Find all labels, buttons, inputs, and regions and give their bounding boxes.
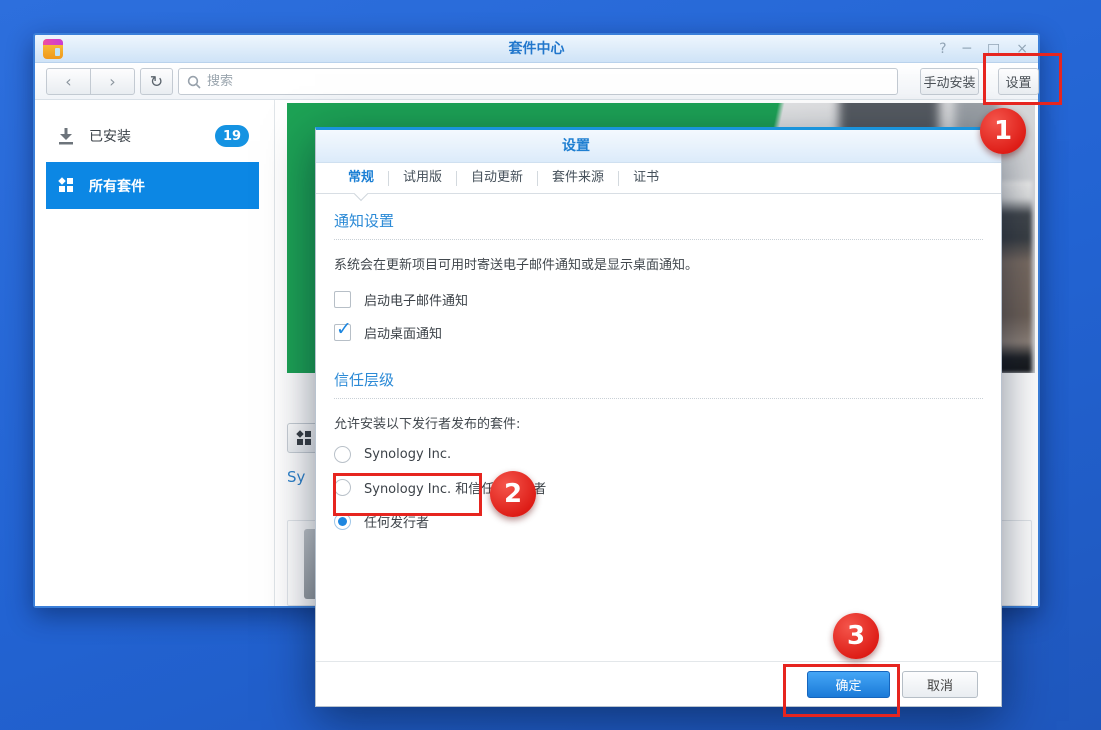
sidebar-item-all-packages[interactable]: 所有套件 [46,162,259,209]
grid-icon [56,178,76,193]
refresh-button[interactable]: ↻ [140,68,173,95]
nav-button-group: ‹ › [46,68,135,95]
titlebar: 套件中心 ? ─ □ × [35,35,1038,63]
installed-count-badge: 19 [215,125,249,147]
dialog-tabbar: 常规 试用版 自动更新 套件来源 证书 [316,163,1001,194]
tab-trial[interactable]: 试用版 [389,163,456,193]
radio-synology-and-trusted[interactable]: Synology Inc. 和信任的发行者 [334,478,983,496]
dialog-footer: 确定 取消 [316,661,1001,706]
radio-unselected-icon [334,479,351,496]
toolbar: ‹ › ↻ 手动安装 设置 [35,63,1038,100]
dialog-body: 通知设置 系统会在更新项目可用时寄送电子邮件通知或是显示桌面通知。 启动电子邮件… [316,194,1001,661]
checkbox-unchecked-icon [334,291,351,308]
radio-selected-icon [334,513,351,530]
sidebar-item-label: 所有套件 [89,176,145,196]
radio-synology-only[interactable]: Synology Inc. [334,445,983,463]
dialog-header: 设置 [316,130,1001,163]
sidebar-item-label: 已安装 [89,126,131,146]
check-mark-icon: ✓ [336,318,352,340]
tab-auto-update[interactable]: 自动更新 [457,163,537,193]
forward-button[interactable]: › [90,68,135,95]
download-icon [56,126,76,146]
search-input[interactable] [207,74,889,89]
close-icon[interactable]: × [1016,42,1028,56]
settings-button[interactable]: 设置 [998,68,1039,95]
checkbox-checked-icon: ✓ [334,324,351,341]
radio-label: Synology Inc. [364,447,451,462]
radio-label: Synology Inc. 和信任的发行者 [364,478,546,497]
help-icon[interactable]: ? [939,42,946,56]
package-title-partial[interactable]: Sy [287,468,305,486]
minimize-icon[interactable]: ─ [963,42,971,56]
search-box [178,68,898,95]
manual-install-button[interactable]: 手动安装 [920,68,979,95]
notification-settings-heading: 通知设置 [334,210,983,240]
tab-certificate[interactable]: 证书 [619,163,673,193]
back-button[interactable]: ‹ [46,68,91,95]
checkbox-email-notification[interactable]: 启动电子邮件通知 [334,290,983,308]
sidebar-item-installed[interactable]: 已安装 19 [46,120,259,152]
radio-unselected-icon [334,446,351,463]
window-title: 套件中心 [35,35,1038,63]
notification-description: 系统会在更新项目可用时寄送电子邮件通知或是显示桌面通知。 [334,254,983,273]
checkbox-label: 启动桌面通知 [364,323,442,342]
tab-package-sources[interactable]: 套件来源 [538,163,618,193]
cancel-button[interactable]: 取消 [902,671,978,698]
checkbox-desktop-notification[interactable]: ✓ 启动桌面通知 [334,323,983,341]
radio-any-publisher[interactable]: 任何发行者 [334,512,983,530]
sidebar: 已安装 19 所有套件 [35,100,275,606]
checkbox-label: 启动电子邮件通知 [364,290,468,309]
search-icon [187,75,201,89]
settings-dialog: 设置 常规 试用版 自动更新 套件来源 证书 通知设置 系统会在更新项目可用时寄… [315,127,1002,707]
trust-level-description: 允许安装以下发行者发布的套件: [334,413,983,432]
radio-label: 任何发行者 [364,512,429,531]
trust-level-heading: 信任层级 [334,369,983,399]
ok-button[interactable]: 确定 [807,671,890,698]
dialog-title: 设置 [316,130,836,163]
desktop: 套件中心 ? ─ □ × ‹ › ↻ 手动安装 设置 [0,0,1101,730]
grid-icon [297,431,312,446]
maximize-icon[interactable]: □ [987,42,1000,56]
